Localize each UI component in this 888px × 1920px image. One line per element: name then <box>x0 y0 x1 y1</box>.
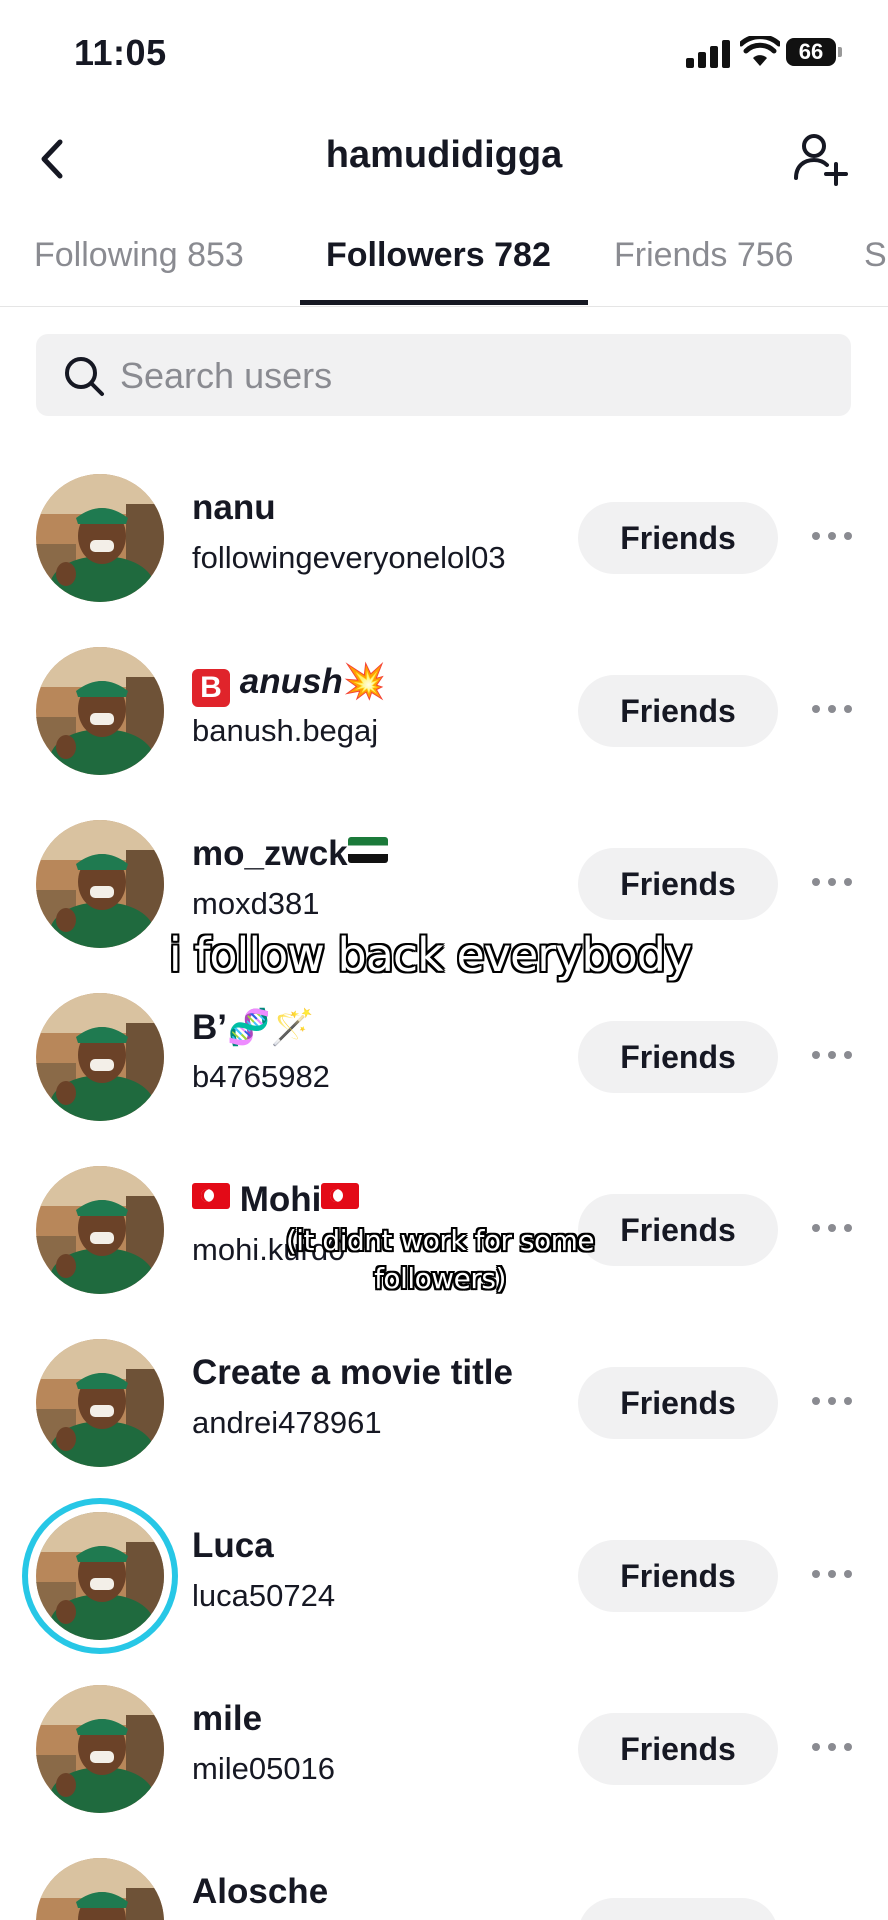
avatar[interactable] <box>36 474 164 602</box>
search-input[interactable] <box>118 334 822 418</box>
user-handle: banush.begaj <box>192 713 379 748</box>
more-options-icon[interactable] <box>812 872 852 892</box>
user-display-name: mile <box>192 1699 263 1738</box>
list-item[interactable]: Luca luca50724 Friends <box>0 1512 888 1685</box>
more-options-icon[interactable] <box>812 1045 852 1065</box>
user-display-name: nanu <box>192 488 276 527</box>
tab-following[interactable]: Following 853 <box>34 236 244 275</box>
user-handle: moxd381 <box>192 886 320 921</box>
avatar[interactable] <box>36 820 164 948</box>
letter-b-emoji: B <box>192 669 230 707</box>
friends-button[interactable]: Friends <box>578 1898 778 1920</box>
friends-button[interactable]: Friends <box>578 1021 778 1093</box>
nav-bar: hamudidigga <box>0 110 888 210</box>
page-title: hamudidigga <box>325 134 563 176</box>
user-name-text: Mohi <box>239 1180 322 1219</box>
user-display-name: B’🧬🪄 <box>192 1008 315 1047</box>
user-handle: mile05016 <box>192 1751 336 1786</box>
friends-button[interactable]: Friends <box>578 1713 778 1785</box>
avatar[interactable] <box>36 1685 164 1813</box>
user-display-name: Mohi <box>192 1180 360 1220</box>
search-bar[interactable] <box>36 334 851 418</box>
list-item[interactable]: mile mile05016 Friends <box>0 1685 888 1858</box>
avatar[interactable] <box>36 1166 164 1294</box>
friends-button[interactable]: Friends <box>578 502 778 574</box>
more-options-icon[interactable] <box>812 1564 852 1584</box>
more-options-icon[interactable] <box>812 526 852 546</box>
turkey-flag-icon <box>192 1183 230 1209</box>
user-display-name: Create a movie title <box>192 1353 513 1392</box>
avatar-with-story-ring[interactable] <box>36 1512 164 1640</box>
list-item[interactable]: nanu followingeveryonelol03 Friends <box>0 474 888 647</box>
user-handle: b4765982 <box>192 1059 330 1094</box>
syria-flag-icon <box>347 837 388 863</box>
user-name-text: mo_zwck <box>192 834 348 873</box>
more-options-icon[interactable] <box>812 1218 852 1238</box>
list-item[interactable]: Create a movie title andrei478961 Friend… <box>0 1339 888 1512</box>
battery-level: 66 <box>798 39 824 64</box>
user-display-name: Luca <box>192 1526 274 1565</box>
tab-suggested[interactable]: S <box>864 236 887 275</box>
user-handle: andrei478961 <box>192 1405 382 1440</box>
friends-button[interactable]: Friends <box>578 1540 778 1612</box>
video-caption-main: i follow back everybody <box>168 928 692 982</box>
list-item[interactable]: Alosche Friends <box>0 1858 888 1920</box>
more-options-icon[interactable] <box>812 1737 852 1757</box>
avatar[interactable] <box>36 647 164 775</box>
collision-emoji: 💥 <box>342 662 387 701</box>
user-name-text: anush <box>239 662 343 701</box>
more-options-icon[interactable] <box>812 1391 852 1411</box>
avatar[interactable] <box>36 993 164 1121</box>
list-item[interactable]: B’🧬🪄 b4765982 Friends <box>0 993 888 1166</box>
active-tab-indicator <box>300 300 588 305</box>
user-display-name: B anush💥 <box>192 661 386 707</box>
friends-button[interactable]: Friends <box>578 675 778 747</box>
user-display-name: Alosche <box>192 1872 329 1911</box>
user-handle: luca50724 <box>192 1578 336 1613</box>
avatar[interactable] <box>36 1339 164 1467</box>
battery-icon: 66 <box>786 38 842 68</box>
user-display-name: mo_zwck <box>192 834 388 874</box>
turkey-flag-icon <box>321 1183 360 1209</box>
tab-followers[interactable]: Followers 782 <box>326 236 551 275</box>
user-handle: followingeveryonelol03 <box>192 540 506 575</box>
status-time: 11:05 <box>74 32 167 73</box>
tab-bar: Following 853 Followers 782 Friends 756 … <box>0 220 888 307</box>
status-bar: 11:05 66 <box>0 0 888 110</box>
friends-button[interactable]: Friends <box>578 848 778 920</box>
add-user-icon[interactable] <box>790 130 850 190</box>
more-options-icon[interactable] <box>812 699 852 719</box>
tab-friends[interactable]: Friends 756 <box>614 236 794 275</box>
caption-line: followers) <box>374 1262 506 1295</box>
cellular-signal-icon <box>686 38 730 68</box>
avatar[interactable] <box>36 1858 164 1920</box>
wifi-icon <box>740 36 780 66</box>
video-caption-secondary: (it didnt work for some followers) <box>250 1222 630 1298</box>
list-item[interactable]: B anush💥 banush.begaj Friends <box>0 647 888 820</box>
caption-line: (it didnt work for some <box>285 1224 595 1257</box>
friends-button[interactable]: Friends <box>578 1367 778 1439</box>
search-icon <box>65 357 104 396</box>
